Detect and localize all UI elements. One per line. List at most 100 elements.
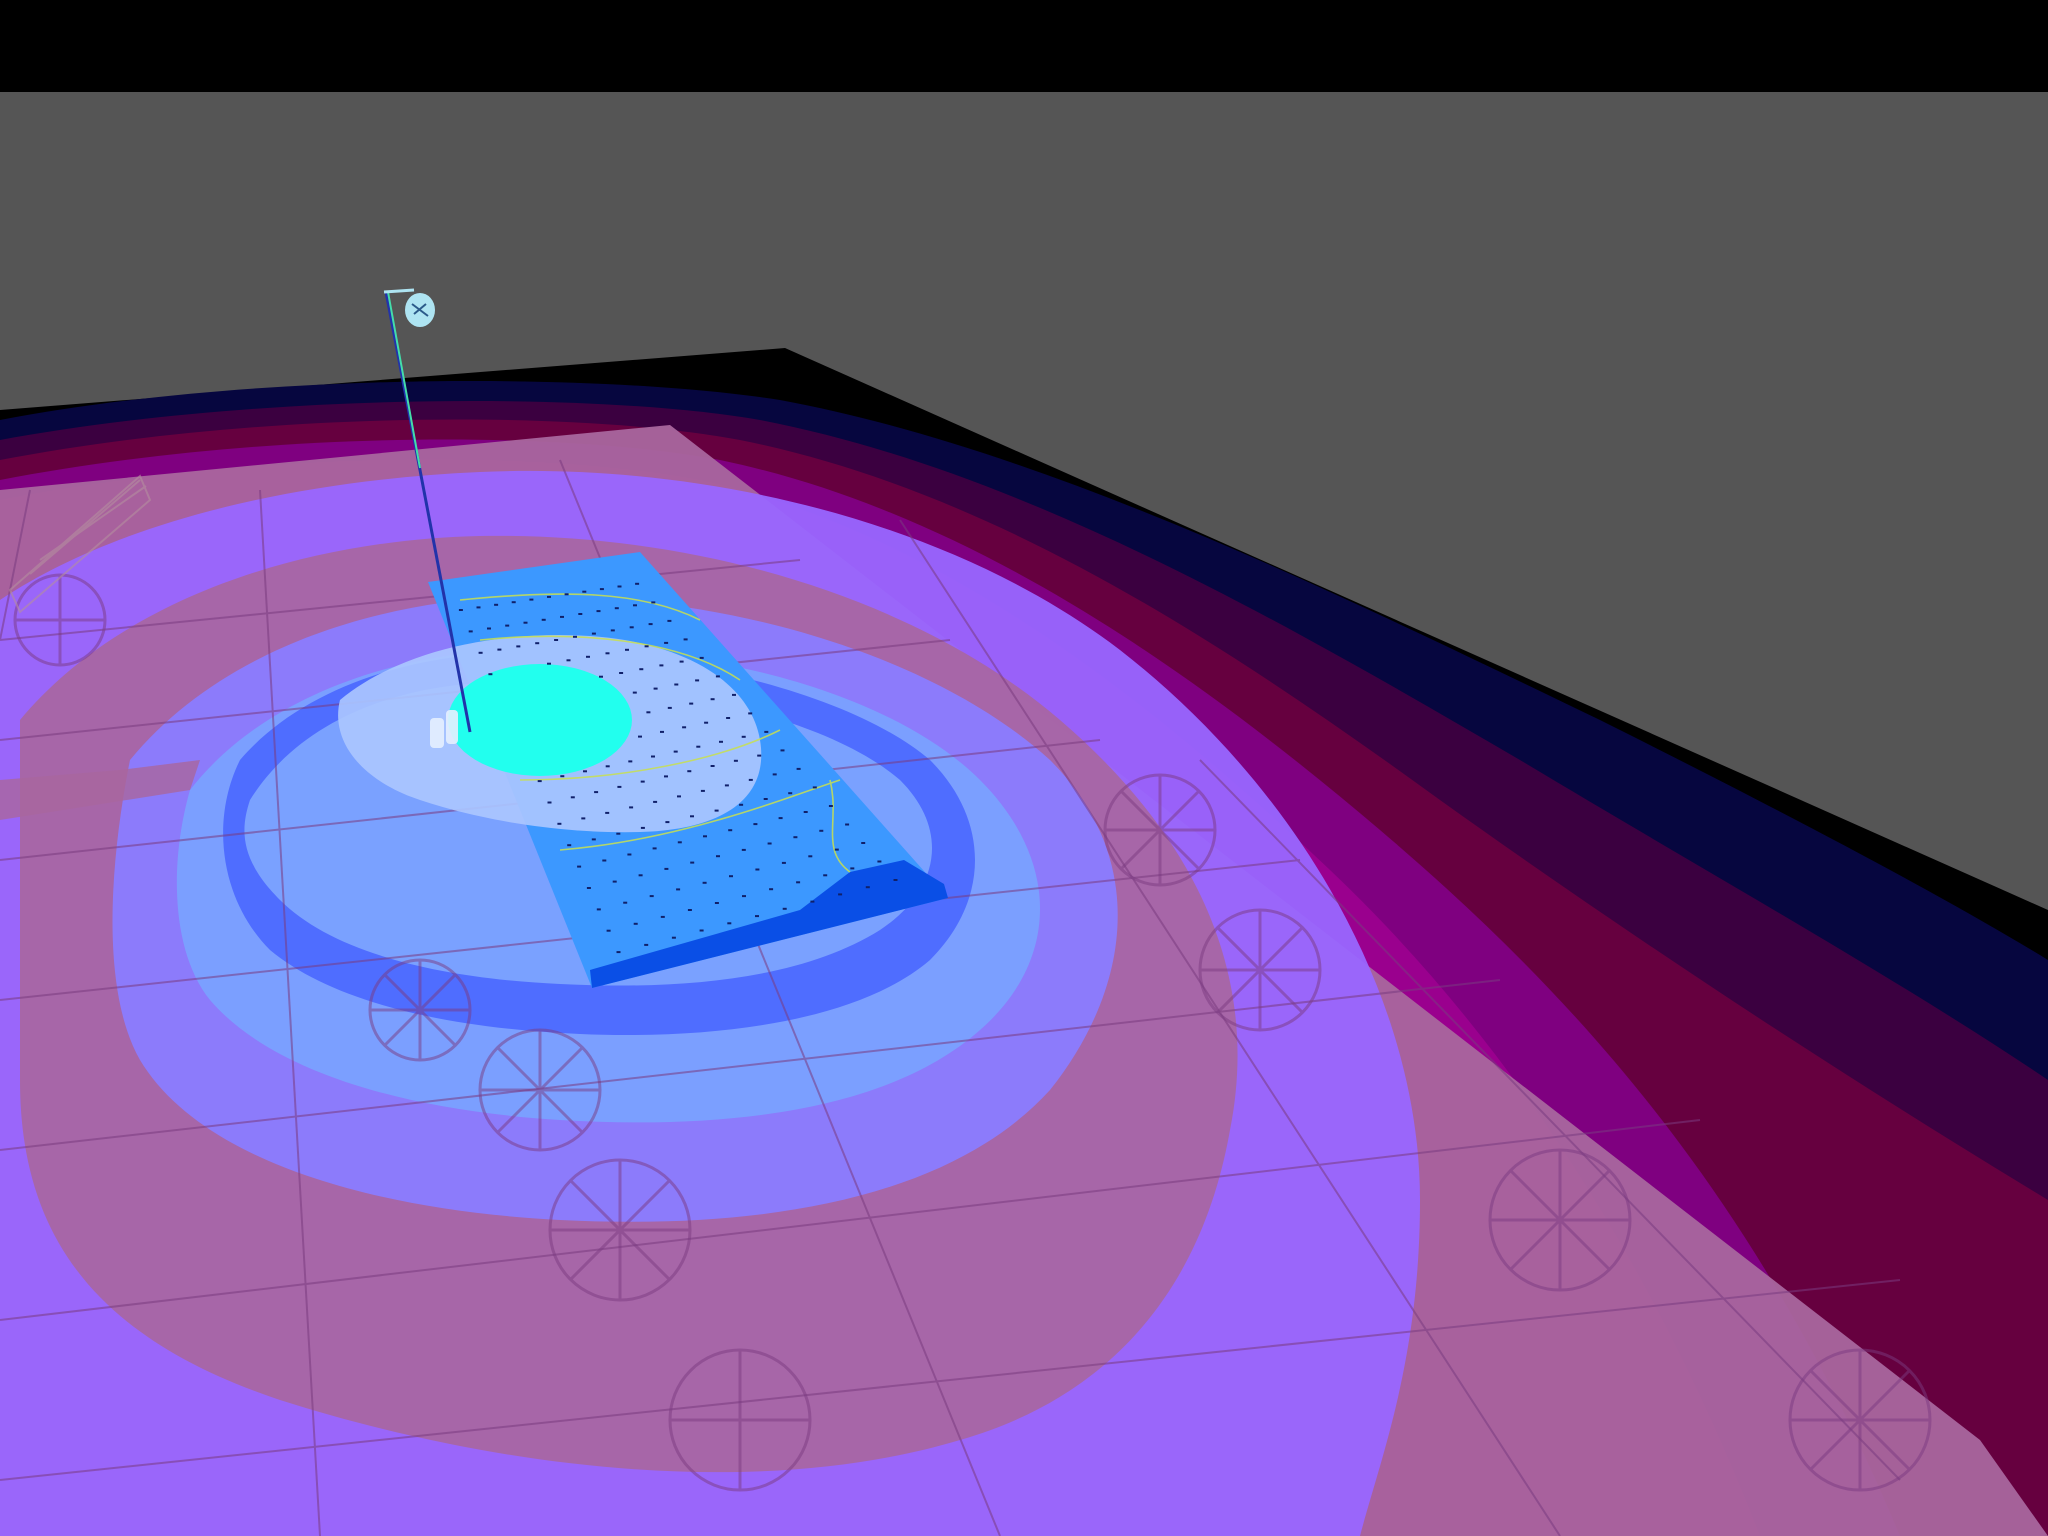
calc-point	[516, 645, 521, 648]
calc-point	[716, 855, 720, 858]
calc-point	[834, 848, 839, 851]
calc-point	[704, 721, 709, 724]
calc-point	[687, 909, 692, 911]
calc-point	[652, 847, 657, 850]
calc-point	[664, 775, 668, 778]
calc-point	[673, 750, 678, 753]
calc-point	[727, 922, 732, 925]
calc-point	[635, 582, 640, 585]
calc-point	[653, 800, 658, 803]
calc-point	[710, 698, 715, 701]
calc-point	[610, 629, 615, 632]
calc-point	[715, 675, 720, 678]
calc-point	[861, 842, 866, 844]
calc-point	[729, 875, 733, 878]
calc-point	[700, 789, 705, 792]
calc-point	[644, 645, 649, 648]
calc-point	[838, 893, 843, 896]
calc-point	[651, 755, 655, 758]
calc-point	[728, 829, 733, 832]
calc-point	[726, 717, 731, 719]
calc-point	[742, 895, 746, 898]
calc-point	[623, 901, 628, 904]
calc-point	[511, 601, 516, 604]
calc-point	[796, 767, 801, 770]
calc-point	[845, 823, 850, 826]
calc-point	[640, 780, 645, 783]
calc-point	[689, 702, 694, 705]
calc-point	[755, 915, 759, 918]
calc-point	[537, 780, 542, 783]
calc-point	[660, 730, 664, 733]
calc-point	[629, 806, 634, 809]
calc-point	[458, 609, 463, 611]
calc-point	[639, 668, 644, 671]
calc-point	[739, 803, 744, 806]
calc-point	[628, 760, 633, 763]
calc-point	[633, 604, 637, 607]
calc-point	[617, 785, 622, 788]
calc-point	[810, 900, 815, 903]
calc-point	[695, 679, 700, 682]
calc-point	[573, 635, 577, 638]
calc-point	[494, 603, 499, 606]
calc-point	[640, 826, 645, 829]
calc-point	[646, 711, 651, 714]
calc-point	[616, 951, 621, 954]
calc-point	[778, 817, 783, 820]
calc-point	[614, 607, 619, 610]
calc-point	[529, 598, 534, 601]
calc-point	[567, 844, 572, 847]
3d-viewport[interactable]	[0, 0, 2048, 1536]
calc-point	[687, 770, 692, 773]
calc-point	[683, 638, 688, 641]
calc-point	[638, 874, 643, 877]
calc-point	[714, 809, 719, 812]
lighting-scene	[0, 0, 2048, 1536]
calc-point	[487, 627, 491, 630]
calc-point	[741, 848, 746, 851]
calc-point	[780, 749, 785, 752]
calc-point	[523, 621, 528, 624]
calc-point	[850, 867, 855, 870]
calc-point	[586, 655, 590, 658]
calc-point	[796, 881, 801, 884]
calc-point	[560, 775, 565, 778]
calc-point	[547, 662, 551, 665]
calc-point	[699, 656, 704, 659]
calc-point	[732, 693, 736, 696]
calc-point	[819, 829, 824, 832]
calc-point	[781, 861, 786, 864]
calc-point	[605, 652, 610, 655]
calc-point	[682, 726, 687, 729]
calc-point	[541, 618, 546, 621]
calc-point	[865, 886, 870, 889]
calc-point	[653, 687, 658, 690]
calc-point	[554, 639, 559, 641]
calc-point	[733, 759, 738, 762]
calc-point	[478, 651, 483, 654]
top-bar	[0, 0, 2048, 92]
calc-point	[591, 838, 596, 841]
calc-point	[566, 659, 571, 662]
calc-point	[497, 648, 502, 651]
calc-point	[547, 801, 552, 804]
calc-point	[667, 706, 672, 709]
calc-point	[674, 683, 679, 686]
calc-point	[625, 648, 629, 651]
calc-point	[582, 590, 587, 593]
calc-point	[782, 907, 787, 910]
calc-point	[629, 626, 634, 629]
calc-point	[767, 842, 772, 845]
calc-point	[605, 765, 610, 768]
luminaire-head-icon[interactable]	[405, 293, 435, 327]
calc-point	[671, 936, 676, 939]
calc-point	[578, 613, 583, 615]
calc-point	[488, 673, 493, 676]
calc-point	[591, 632, 596, 635]
calc-point	[702, 881, 707, 884]
calc-point	[627, 853, 632, 856]
calc-point	[632, 691, 637, 694]
calc-point	[605, 811, 610, 814]
calc-point	[763, 798, 768, 800]
